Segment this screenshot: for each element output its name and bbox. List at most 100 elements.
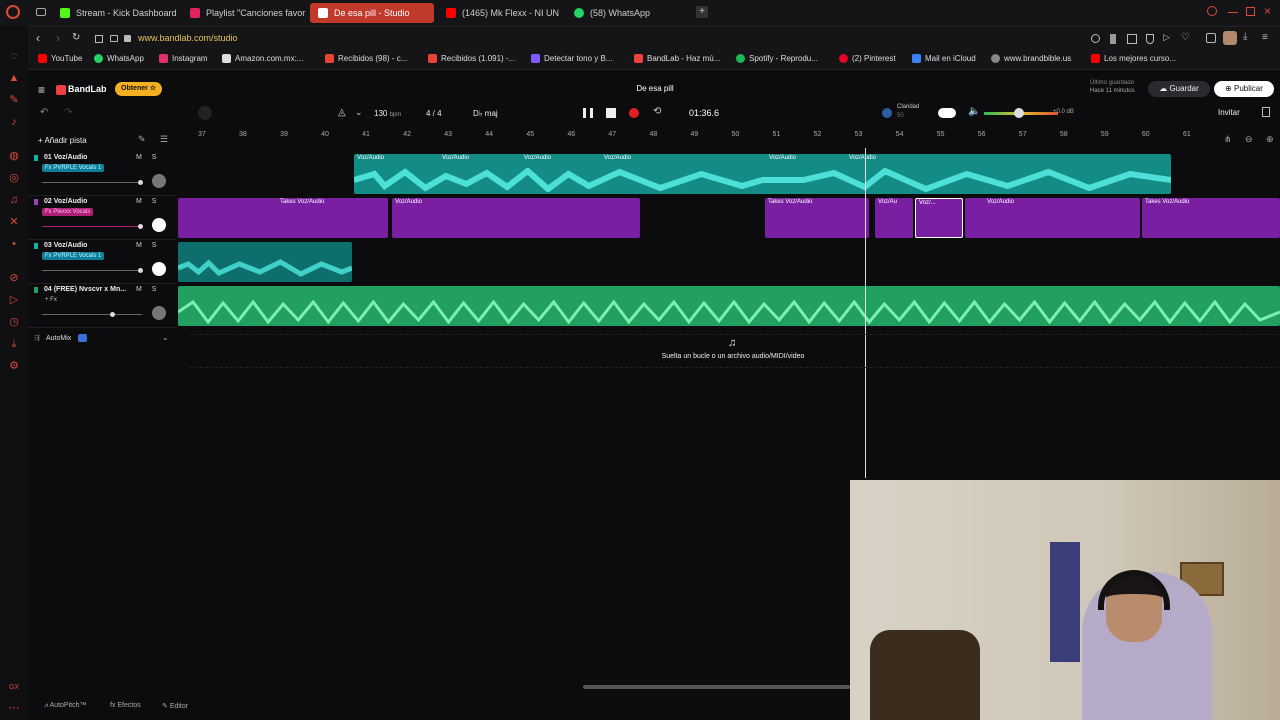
track-name[interactable]: 01 Voz/Audio (44, 154, 87, 161)
publish-button[interactable]: ⊕ Publicar (1214, 81, 1274, 97)
search-tabs-icon[interactable] (1207, 6, 1217, 16)
loop-icon[interactable]: ⟲ (653, 106, 661, 117)
stop-button[interactable] (606, 108, 616, 118)
tab-playlist[interactable]: Playlist "Canciones favor (182, 3, 308, 23)
editor-button[interactable]: ✎ Editor (162, 702, 188, 710)
audio-clip[interactable]: Voz/Au (875, 198, 913, 238)
download-icon[interactable]: ⤓ (1243, 31, 1247, 42)
timeline-ruler[interactable]: 37 38 39 40 41 42 43 44 45 46 47 48 49 50 51 52 53 54 55 56… (178, 128, 1280, 142)
aria-icon[interactable]: ◌ (8, 50, 20, 62)
menu-icon[interactable]: ≡ (1262, 32, 1268, 43)
hamburger-icon[interactable]: ≡ (38, 83, 45, 97)
pan-knob[interactable] (152, 218, 166, 232)
add-track-button[interactable]: + Añadir pista (38, 136, 87, 145)
bookmark-instagram[interactable]: Instagram (159, 54, 208, 63)
play-icon[interactable]: ▷ (1163, 32, 1170, 43)
reader-icon[interactable] (95, 35, 103, 43)
track-fx-badge[interactable]: Fx Plexxx Vocals (42, 208, 94, 216)
playhead[interactable] (865, 148, 866, 478)
track-header-1[interactable]: 01 Voz/Audio Fx PVRPLE Vocals 1 M S (28, 152, 176, 196)
audio-clip[interactable] (178, 242, 352, 282)
undo-icon[interactable]: ↶ (40, 107, 48, 118)
drop-zone[interactable]: ♫ Suelta un bucle o un archivo audio/MID… (190, 334, 1278, 368)
volume-slider-handle[interactable] (138, 224, 143, 229)
track-header-3[interactable]: 03 Voz/Audio Fx PVRPLE Vocals 1 M S (28, 240, 176, 284)
mute-solo-buttons[interactable]: M S (136, 286, 160, 293)
snap-icon[interactable]: ⋔ (1224, 134, 1232, 145)
cleaner-icon[interactable]: ✎ (8, 94, 20, 106)
bookmark-youtube[interactable]: YouTube (38, 54, 82, 63)
bookmark-courses[interactable]: Los mejores curso... (1091, 54, 1176, 63)
audio-clip[interactable]: Voz/Audio (392, 198, 640, 238)
shield-icon[interactable] (1146, 34, 1154, 44)
record-button[interactable] (629, 108, 639, 118)
back-icon[interactable]: ‹ (36, 31, 40, 45)
redo-icon[interactable]: ↷ (64, 107, 72, 118)
tuner-icon[interactable] (198, 106, 212, 120)
key-selector[interactable]: D♭ maj (473, 109, 498, 118)
autopitch-button[interactable]: ⩘ AutoPitch™ (44, 702, 86, 710)
zoom-in-icon[interactable]: ⊕ (1266, 134, 1274, 145)
clarity-toggle[interactable] (938, 108, 956, 118)
opera-logo-icon[interactable] (6, 5, 20, 19)
history-icon[interactable]: ◷ (8, 316, 20, 328)
track-header-4[interactable]: 04 (FREE) Nvscvr x Mn... + Fx M S (28, 284, 176, 328)
gx-icon[interactable]: GX (8, 682, 20, 694)
save-button[interactable]: ☁ Guardar (1148, 81, 1210, 97)
track-header-2[interactable]: 02 Voz/Audio Fx Plexxx Vocals M S (28, 196, 176, 240)
extensions-icon[interactable] (1206, 33, 1216, 43)
bookmark-spotify[interactable]: Spotify - Reprodu... (736, 54, 818, 63)
audio-clip-selected[interactable]: Voz/... (915, 198, 963, 238)
track-fx-badge[interactable]: + Fx (42, 296, 60, 304)
screenshot-icon[interactable] (1127, 34, 1137, 44)
pin-icon[interactable] (1110, 34, 1116, 44)
camera-icon[interactable] (110, 35, 118, 42)
audio-clip[interactable]: Voz/Audio (965, 198, 1140, 238)
audio-clip[interactable]: Voz/Audio Voz/Audio Voz/Audio Voz/Audio … (354, 154, 1171, 194)
audio-clip[interactable]: Takes Voz/Audio (765, 198, 869, 238)
more-icon[interactable]: ⋯ (8, 702, 20, 714)
volume-icon[interactable]: 🔈 (968, 106, 980, 117)
volume-slider-handle[interactable] (110, 312, 115, 317)
heart-icon[interactable]: ♡ (1181, 32, 1190, 43)
dot-icon[interactable]: • (8, 238, 20, 250)
volume-slider[interactable] (42, 268, 143, 273)
pause-button[interactable] (583, 108, 593, 118)
track-lane-2[interactable]: Takes Voz/Audio Voz/Audio Takes Voz/Audi… (178, 196, 1280, 240)
maximize-icon[interactable] (1246, 7, 1255, 16)
player-icon[interactable]: ▷ (8, 294, 20, 306)
track-lane-4[interactable] (178, 284, 1280, 328)
tab-kick[interactable]: Stream - Kick Dashboard (52, 3, 180, 23)
new-tab-button[interactable]: + (696, 6, 708, 18)
pan-knob[interactable] (152, 306, 166, 320)
track-fx-badge[interactable]: Fx PVRPLE Vocals 1 (42, 252, 105, 260)
bookmark-icloud[interactable]: Mail en iCloud (912, 54, 976, 63)
bookmark-brandbible[interactable]: www.brandbible.us (991, 54, 1071, 63)
gx-control-icon[interactable]: ▲ (8, 72, 20, 84)
volume-slider[interactable] (42, 312, 142, 317)
tabs-menu-icon[interactable] (36, 8, 46, 16)
mute-solo-buttons[interactable]: M S (136, 154, 160, 161)
time-signature[interactable]: 4 / 4 (426, 109, 442, 118)
bookmark-amazon[interactable]: Amazon.com.mx:... (222, 54, 303, 63)
invite-button[interactable]: Invitar (1218, 108, 1240, 117)
track-name[interactable]: 03 Voz/Audio (44, 242, 87, 249)
downloads-icon[interactable]: ⤓ (8, 338, 20, 350)
audio-clip[interactable]: Takes Voz/Audio (1142, 198, 1280, 238)
track-options-icon[interactable]: ☰ (160, 134, 168, 145)
track-name[interactable]: 04 (FREE) Nvscvr x Mn... (44, 286, 126, 293)
bookmark-whatsapp[interactable]: WhatsApp (94, 54, 144, 63)
close-icon[interactable]: × (1264, 4, 1271, 18)
bandlab-logo-icon[interactable] (56, 85, 66, 95)
tab-whatsapp[interactable]: (58) WhatsApp (566, 3, 686, 23)
volume-slider-handle[interactable] (138, 268, 143, 273)
bookmark-gmail-2[interactable]: Recibidos (1.091) -... (428, 54, 515, 63)
mute-solo-buttons[interactable]: M S (136, 198, 160, 205)
volume-slider[interactable] (42, 224, 143, 229)
volume-slider[interactable] (42, 180, 143, 185)
pan-knob[interactable] (152, 262, 166, 276)
minimize-icon[interactable] (1228, 12, 1238, 13)
music-player-icon[interactable]: ♪ (8, 116, 20, 128)
chevron-down-icon[interactable]: ⌄ (162, 333, 169, 342)
audio-clip[interactable] (178, 286, 1280, 326)
